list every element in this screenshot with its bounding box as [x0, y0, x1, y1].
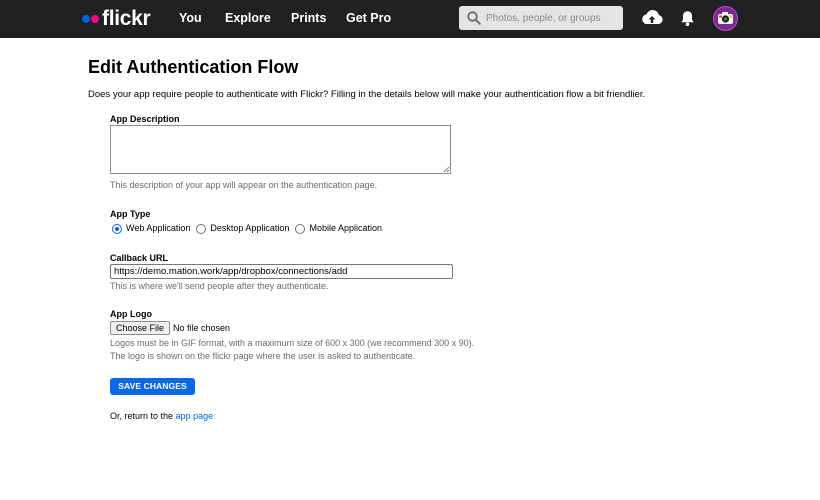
app-logo-label: App Logo	[110, 309, 152, 319]
radio-web-application[interactable]	[112, 223, 122, 234]
nav-get-pro[interactable]: Get Pro	[346, 10, 391, 26]
radio-web-application-label[interactable]: Web Application	[126, 223, 190, 234]
app-page-link[interactable]: app page	[176, 411, 214, 421]
callback-url-input[interactable]	[110, 264, 453, 279]
callback-url-help: This is where we'll send people after th…	[110, 281, 329, 291]
resize-grip-icon[interactable]	[443, 166, 450, 173]
nav-you[interactable]: You	[179, 10, 202, 26]
return-line: Or, return to the app page	[110, 411, 213, 422]
radio-desktop-application[interactable]	[196, 223, 207, 234]
radio-mobile-application[interactable]	[295, 223, 306, 234]
search-input[interactable]	[486, 9, 618, 27]
app-description-textarea[interactable]	[110, 125, 451, 174]
app-logo-placement-help: The logo is shown on the flickr page whe…	[110, 351, 416, 361]
top-nav: flickr You Explore Prints Get Pro	[0, 0, 820, 38]
avatar-image	[718, 12, 733, 24]
app-type-options: Web Application Desktop Application Mobi…	[112, 222, 388, 235]
search-box[interactable]	[459, 6, 623, 30]
app-description-help: This description of your app will appear…	[110, 180, 378, 190]
app-type-label: App Type	[110, 209, 151, 219]
nav-explore[interactable]: Explore	[225, 10, 271, 26]
app-logo-format-help: Logos must be in GIF format, with a maxi…	[110, 338, 475, 348]
radio-mobile-application-label[interactable]: Mobile Application	[309, 223, 382, 234]
flickr-logo[interactable]: flickr	[82, 7, 151, 30]
logo-text: flickr	[102, 7, 151, 30]
save-changes-button[interactable]: SAVE CHANGES	[110, 378, 195, 395]
bell-icon[interactable]	[680, 10, 695, 27]
page-title: Edit Authentication Flow	[88, 57, 299, 77]
logo-pink-dot	[91, 15, 99, 23]
file-status-text: No file chosen	[173, 323, 231, 333]
app-description-label: App Description	[110, 114, 180, 124]
nav-prints[interactable]: Prints	[291, 10, 326, 26]
choose-file-button[interactable]: Choose File	[110, 321, 171, 335]
callback-url-label: Callback URL	[110, 253, 169, 263]
search-icon[interactable]	[467, 11, 481, 25]
avatar[interactable]	[713, 6, 738, 31]
logo-blue-dot	[82, 15, 90, 23]
intro-text: Does your app require people to authenti…	[88, 89, 646, 100]
return-prefix: Or, return to the	[110, 411, 174, 421]
upload-icon[interactable]	[640, 8, 664, 28]
radio-desktop-application-label[interactable]: Desktop Application	[210, 223, 289, 234]
